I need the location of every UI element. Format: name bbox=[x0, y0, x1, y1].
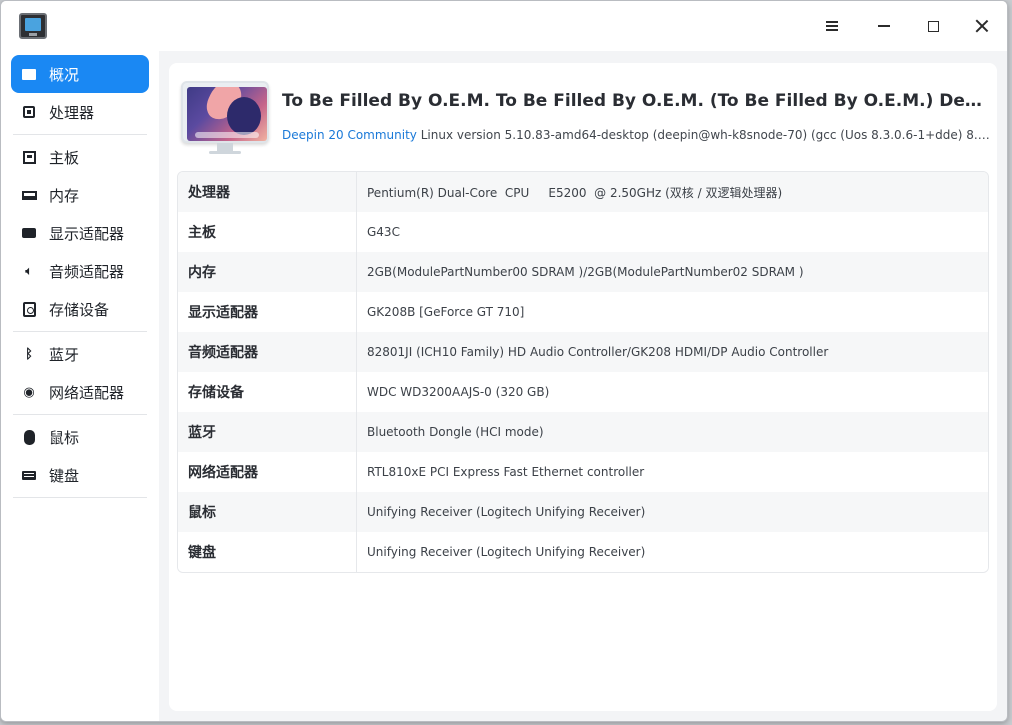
table-row: 蓝牙 Bluetooth Dongle (HCI mode) bbox=[178, 412, 988, 452]
minimize-button[interactable] bbox=[869, 11, 899, 41]
display-adapter-icon bbox=[21, 225, 37, 241]
row-value: Unifying Receiver (Logitech Unifying Rec… bbox=[367, 545, 646, 559]
close-icon bbox=[975, 19, 989, 33]
sidebar-item-storage[interactable]: 存储设备 bbox=[11, 290, 149, 328]
overview-panel: To Be Filled By O.E.M. To Be Filled By O… bbox=[169, 63, 997, 711]
os-details: Linux version 5.10.83-amd64-desktop (dee… bbox=[420, 128, 990, 142]
network-icon: ◉ bbox=[23, 384, 35, 400]
mouse-icon bbox=[21, 429, 37, 445]
sidebar-divider bbox=[13, 414, 147, 415]
sidebar-item-label: 显示适配器 bbox=[49, 224, 125, 243]
table-row: 内存 2GB(ModulePartNumber00 SDRAM )/2GB(Mo… bbox=[178, 252, 988, 292]
bluetooth-icon: ᛒ bbox=[25, 346, 33, 362]
motherboard-icon bbox=[21, 149, 37, 165]
sidebar-item-label: 存储设备 bbox=[49, 300, 110, 319]
row-key: 存储设备 bbox=[178, 372, 357, 412]
table-row: 处理器 Pentium(R) Dual-Core CPU E5200 @ 2.5… bbox=[178, 172, 988, 212]
row-key: 蓝牙 bbox=[178, 412, 357, 452]
row-value: Bluetooth Dongle (HCI mode) bbox=[367, 425, 544, 439]
table-row: 网络适配器 RTL810xE PCI Express Fast Ethernet… bbox=[178, 452, 988, 492]
sidebar-item-label: 键盘 bbox=[49, 466, 80, 485]
row-value: WDC WD3200AAJS-0 (320 GB) bbox=[367, 385, 550, 399]
speaker-icon: 🔈︎ bbox=[25, 263, 33, 279]
app-logo-icon bbox=[19, 13, 47, 39]
os-info: Deepin 20 Community Linux version 5.10.8… bbox=[282, 128, 990, 142]
row-value: 2GB(ModulePartNumber00 SDRAM )/2GB(Modul… bbox=[367, 265, 804, 279]
minimize-icon bbox=[878, 25, 890, 27]
sidebar-item-memory[interactable]: 内存 bbox=[11, 176, 149, 214]
row-value: GK208B [GeForce GT 710] bbox=[367, 305, 525, 319]
sidebar-item-label: 主板 bbox=[49, 148, 80, 167]
sidebar-item-label: 鼠标 bbox=[49, 428, 80, 447]
row-value: G43C bbox=[367, 225, 400, 239]
os-name-link[interactable]: Deepin 20 Community bbox=[282, 128, 417, 142]
row-key: 内存 bbox=[178, 252, 357, 292]
row-key: 显示适配器 bbox=[178, 292, 357, 332]
table-row: 音频适配器 82801JI (ICH10 Family) HD Audio Co… bbox=[178, 332, 988, 372]
keyboard-icon bbox=[21, 467, 37, 483]
sidebar-divider bbox=[13, 134, 147, 135]
hamburger-icon bbox=[826, 21, 838, 31]
overview-icon bbox=[21, 66, 37, 82]
row-value: Pentium(R) Dual-Core CPU E5200 @ 2.50GHz… bbox=[367, 185, 783, 200]
sidebar-item-motherboard[interactable]: 主板 bbox=[11, 138, 149, 176]
computer-monitor-icon bbox=[181, 81, 269, 157]
maximize-button[interactable] bbox=[918, 11, 948, 41]
sidebar-item-label: 处理器 bbox=[49, 103, 95, 122]
table-row: 鼠标 Unifying Receiver (Logitech Unifying … bbox=[178, 492, 988, 532]
app-window: 概况 处理器 主板 内存 显示适配器 🔈︎ 音频适配器 存储设备 ᛒ 蓝牙 ◉ … bbox=[0, 0, 1008, 722]
sidebar-divider bbox=[13, 331, 147, 332]
table-row: 主板 G43C bbox=[178, 212, 988, 252]
cpu-icon bbox=[21, 104, 37, 120]
sidebar-item-keyboard[interactable]: 键盘 bbox=[11, 456, 149, 494]
titlebar bbox=[1, 1, 1007, 51]
row-key: 音频适配器 bbox=[178, 332, 357, 372]
sidebar-item-label: 概况 bbox=[49, 65, 80, 84]
menu-button[interactable] bbox=[817, 11, 847, 41]
sidebar-item-display-adapter[interactable]: 显示适配器 bbox=[11, 214, 149, 252]
table-row: 存储设备 WDC WD3200AAJS-0 (320 GB) bbox=[178, 372, 988, 412]
storage-icon bbox=[21, 301, 37, 317]
sidebar-item-label: 蓝牙 bbox=[49, 345, 80, 364]
row-key: 网络适配器 bbox=[178, 452, 357, 492]
sidebar-item-mouse[interactable]: 鼠标 bbox=[11, 418, 149, 456]
sidebar-item-network[interactable]: ◉ 网络适配器 bbox=[11, 373, 149, 411]
maximize-icon bbox=[927, 20, 939, 32]
sidebar-item-cpu[interactable]: 处理器 bbox=[11, 93, 149, 131]
row-value: 82801JI (ICH10 Family) HD Audio Controll… bbox=[367, 345, 829, 359]
row-value: RTL810xE PCI Express Fast Ethernet contr… bbox=[367, 465, 645, 479]
row-key: 键盘 bbox=[178, 532, 357, 572]
sidebar-divider bbox=[13, 497, 147, 498]
table-row: 显示适配器 GK208B [GeForce GT 710] bbox=[178, 292, 988, 332]
sidebar-item-label: 音频适配器 bbox=[49, 262, 125, 281]
sidebar-item-bluetooth[interactable]: ᛒ 蓝牙 bbox=[11, 335, 149, 373]
row-key: 主板 bbox=[178, 212, 357, 252]
sidebar-item-audio-adapter[interactable]: 🔈︎ 音频适配器 bbox=[11, 252, 149, 290]
close-button[interactable] bbox=[967, 11, 997, 41]
sidebar-item-overview[interactable]: 概况 bbox=[11, 55, 149, 93]
sidebar-item-label: 内存 bbox=[49, 186, 80, 205]
product-title: To Be Filled By O.E.M. To Be Filled By O… bbox=[282, 91, 990, 111]
row-value: Unifying Receiver (Logitech Unifying Rec… bbox=[367, 505, 646, 519]
row-key: 处理器 bbox=[178, 172, 357, 212]
sidebar: 概况 处理器 主板 内存 显示适配器 🔈︎ 音频适配器 存储设备 ᛒ 蓝牙 ◉ … bbox=[1, 51, 159, 721]
hardware-summary-table: 处理器 Pentium(R) Dual-Core CPU E5200 @ 2.5… bbox=[177, 171, 989, 573]
table-row: 键盘 Unifying Receiver (Logitech Unifying … bbox=[178, 532, 988, 572]
memory-icon bbox=[21, 187, 37, 203]
row-key: 鼠标 bbox=[178, 492, 357, 532]
sidebar-item-label: 网络适配器 bbox=[49, 383, 125, 402]
